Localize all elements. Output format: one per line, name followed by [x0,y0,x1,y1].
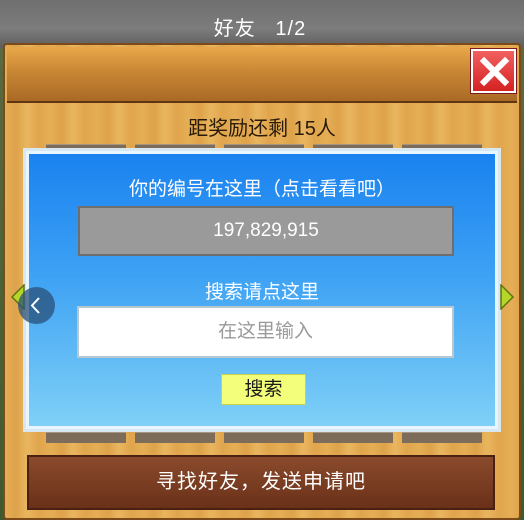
close-button[interactable] [471,49,516,93]
board-tab-bottom-3 [224,432,304,443]
back-button[interactable] [18,287,55,324]
search-label: 搜索请点这里 [204,282,319,303]
board-tab-bottom-2 [135,432,215,443]
board-tab-bottom-4 [313,432,393,443]
page-indicator: 1/2 [275,18,307,40]
my-id-value[interactable]: 197,829,915 [78,206,454,256]
reward-remaining-text: 距奖励还剩 15人 [188,118,336,140]
search-button[interactable]: 搜索 [221,374,306,405]
send-request-button[interactable]: 寻找好友，发送申请吧 [27,455,495,510]
dialog-title: 好友 1/2 [0,12,520,41]
title-spacer [256,18,276,40]
board-tab-bottom-1 [46,432,126,443]
dialog-title-text: 好友 [213,18,256,40]
dialog-header [7,47,517,103]
game-screen: 好友 1/2 距奖励还剩 15人 你的编号在这里（点击看看吧） 197,829,… [0,0,524,520]
arrow-right-icon[interactable] [499,284,515,310]
close-x-icon [479,56,510,87]
my-id-label: 你的编号在这里（点击看看吧） [128,179,395,200]
search-input[interactable] [77,306,454,358]
chevron-left-icon [30,297,40,314]
board-tab-bottom-5 [402,432,482,443]
